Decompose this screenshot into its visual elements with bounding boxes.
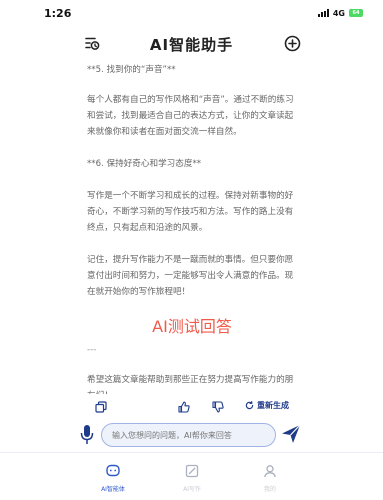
regenerate-button[interactable]: 重新生成: [245, 400, 289, 411]
separator-text: ---: [87, 345, 97, 355]
thumbs-down-icon[interactable]: [212, 398, 224, 417]
refresh-icon: [245, 401, 254, 410]
status-indicators: 4G 64: [317, 8, 363, 18]
battery-icon: 64: [349, 9, 363, 17]
tab-profile[interactable]: 我的: [240, 463, 300, 493]
tab-label: AI写作: [183, 486, 201, 493]
chat-answer-content: **5. 找到你的“声音”** 每个人都有自己的写作风格和“声音”。通过不断的练…: [0, 62, 383, 401]
page-title: AI智能助手: [149, 35, 234, 54]
tab-label: 我的: [263, 486, 276, 493]
bottom-tab-bar: AI智能体 AI写作 我的: [0, 452, 383, 500]
signal-icon: [317, 9, 329, 17]
answer-paragraph: 记住，提升写作能力不是一蹴而就的事情。但只要你愿意付出时间和努力，一定能够写出令…: [87, 255, 294, 297]
copy-icon[interactable]: [95, 398, 107, 417]
tab-label: AI智能体: [101, 486, 125, 493]
plus-circle-icon[interactable]: [284, 35, 301, 52]
microphone-icon[interactable]: [80, 424, 94, 450]
thumbs-up-icon[interactable]: [178, 398, 190, 417]
status-time: 1:26: [44, 6, 72, 20]
status-bar: 1:26 4G 64: [0, 0, 383, 26]
answer-paragraph: 每个人都有自己的写作风格和“声音”。通过不断的练习和尝试，找到最适合自己的表达方…: [87, 95, 294, 137]
answer-paragraph: **5. 找到你的“声音”**: [87, 65, 176, 75]
question-input[interactable]: [101, 423, 276, 447]
network-type: 4G: [332, 8, 345, 18]
answer-paragraph: **6. 保持好奇心和学习态度**: [87, 159, 202, 169]
regenerate-label: 重新生成: [257, 401, 289, 410]
send-icon[interactable]: [280, 423, 302, 449]
edit-note-icon: [185, 464, 199, 478]
battery-level: 64: [352, 10, 360, 16]
tab-ai-agent[interactable]: AI智能体: [83, 463, 143, 493]
nav-bar: AI智能助手: [0, 26, 383, 62]
answer-heading: AI测试回答: [152, 317, 232, 336]
user-icon: [264, 465, 276, 478]
tab-ai-writing[interactable]: AI写作: [162, 463, 222, 493]
history-list-icon[interactable]: [84, 35, 100, 51]
answer-actions: 重新生成: [0, 394, 383, 418]
answer-paragraph: 写作是一个不断学习和成长的过程。保持对新事物的好奇心，不断学习新的写作技巧和方法…: [87, 191, 294, 233]
input-row: [0, 418, 383, 452]
chat-bubble-icon: [106, 464, 120, 477]
